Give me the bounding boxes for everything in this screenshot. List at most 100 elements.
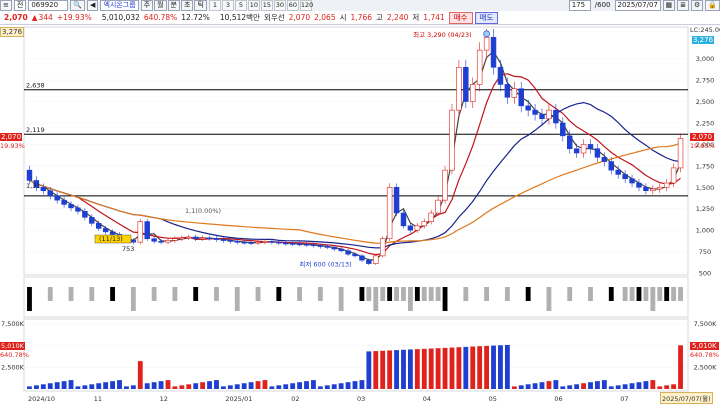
indicator-bar (214, 287, 219, 301)
candle-body (608, 161, 614, 171)
candle-body (629, 178, 635, 184)
candle-body (283, 242, 289, 245)
volume-bar (214, 380, 219, 389)
candle-body (137, 221, 144, 243)
candle-body (192, 236, 199, 240)
chart-tool-icon[interactable]: ≣ (677, 0, 689, 11)
volume-bar (518, 385, 524, 389)
candle-body (102, 228, 109, 233)
candle-body (566, 135, 573, 150)
period-tab-0[interactable]: 주 (140, 0, 154, 11)
open-value: 2,070 (288, 13, 311, 22)
indicator-bar (484, 287, 490, 301)
stock-chart[interactable]: 3,0002,7502,5002,2502,0001,7501,5001,250… (0, 25, 720, 404)
low-label: 고 (376, 13, 383, 22)
indicator-bar (110, 287, 116, 301)
minute-interval-30[interactable]: 30 (273, 0, 286, 11)
left-volume-tag: 5,010K (0, 342, 25, 350)
x-axis-label: 02 (291, 395, 299, 403)
candle-body (470, 84, 476, 102)
calendar-icon[interactable]: ▦ (662, 0, 676, 11)
x-axis-label: 07 (620, 395, 628, 403)
left-axis-label: 1,31 (26, 182, 40, 190)
indicator-bar (130, 287, 136, 311)
volume-bar (373, 351, 379, 389)
bar-count-input[interactable]: 175 (568, 0, 591, 11)
candle-body (463, 66, 469, 102)
price-axis-label: 1,750 (696, 162, 715, 170)
volume-bar (234, 384, 240, 389)
candle-body (414, 225, 421, 231)
volume-bar (297, 382, 303, 389)
indicator-bar (297, 287, 303, 301)
candle-body (650, 188, 656, 192)
date-input[interactable]: 2025/07/07 (614, 0, 661, 11)
period-tab-2[interactable]: 분 (167, 0, 180, 11)
market-prefix[interactable]: 전 (13, 0, 27, 11)
minute-interval-3[interactable]: 3 (221, 0, 234, 11)
minute-interval-10[interactable]: 10 (247, 0, 260, 11)
volume-bar (477, 346, 483, 389)
candle-body (379, 238, 386, 257)
candle-body (518, 88, 524, 107)
candle-body (179, 237, 185, 240)
right-top-sub-label: 3,276 (692, 36, 715, 44)
change-percent: +19.93% (56, 13, 92, 22)
candle-body (324, 246, 331, 248)
volume-bar (435, 348, 441, 389)
candle-body (386, 186, 393, 240)
indicator-bar (193, 287, 199, 301)
minute-interval-60[interactable]: 60 (286, 0, 299, 11)
volume-bar (117, 380, 122, 389)
candle-body (345, 250, 351, 255)
volume-bar (61, 381, 67, 389)
volume-bar (179, 385, 185, 389)
candle-body (82, 210, 88, 218)
indicator-bar (394, 287, 399, 301)
left-top-price-tag: 3,276 (0, 27, 25, 37)
minute-interval-1[interactable]: 1 (208, 0, 221, 11)
buy-button[interactable]: 매수 (448, 11, 473, 24)
period-tab-4[interactable]: 틱 (194, 0, 207, 11)
candle-body (269, 240, 275, 243)
period-low-date: (11/13) (99, 235, 123, 243)
minute-interval-5[interactable]: 5 (234, 0, 247, 11)
volume-bar (158, 381, 164, 389)
period-tab-1[interactable]: 월 (154, 0, 167, 11)
indicator-bar (428, 287, 434, 301)
company-name[interactable]: 엑시온그룹 (100, 0, 139, 11)
prefix-label: 외우선 (263, 13, 285, 22)
reference-line-label: 2,638 (26, 82, 45, 90)
volume-bar (137, 361, 143, 389)
search-icon[interactable]: 🔍 (70, 0, 86, 11)
candle-body (456, 66, 462, 111)
candle-body (89, 216, 95, 224)
volume-bar (428, 348, 434, 389)
candle-body (47, 190, 53, 197)
sell-button[interactable]: 매도 (474, 11, 499, 24)
candle-body (276, 241, 282, 244)
left-pct-tag: 19.93% (0, 142, 25, 150)
indicator-bar (387, 287, 393, 301)
prev-arrow-icon[interactable]: ◀ (87, 0, 99, 11)
minute-interval-120[interactable]: 120 (299, 0, 313, 11)
volume-bar (491, 345, 496, 389)
minute-interval-15[interactable]: 15 (260, 0, 273, 11)
candle-body (54, 195, 60, 201)
volume-bar (407, 349, 413, 389)
candle-body (255, 241, 261, 244)
candle-body (490, 36, 497, 68)
candle-body (338, 248, 344, 252)
candle-body (442, 169, 448, 201)
volume-bar (207, 381, 212, 389)
lock-icon[interactable]: 🔒 (705, 0, 720, 11)
stock-code-input[interactable]: 069920 (28, 0, 69, 11)
trade-amount: 10,512백만 (219, 13, 260, 22)
candle-body (352, 253, 358, 257)
change-value: 344 (38, 13, 53, 22)
settings-icon[interactable]: ⚙ (691, 0, 704, 11)
volume-bar (574, 384, 580, 389)
period-tab-3[interactable]: 초 (181, 0, 194, 11)
volume-bar (130, 385, 136, 389)
menu-icon[interactable]: ≡ (0, 0, 12, 11)
